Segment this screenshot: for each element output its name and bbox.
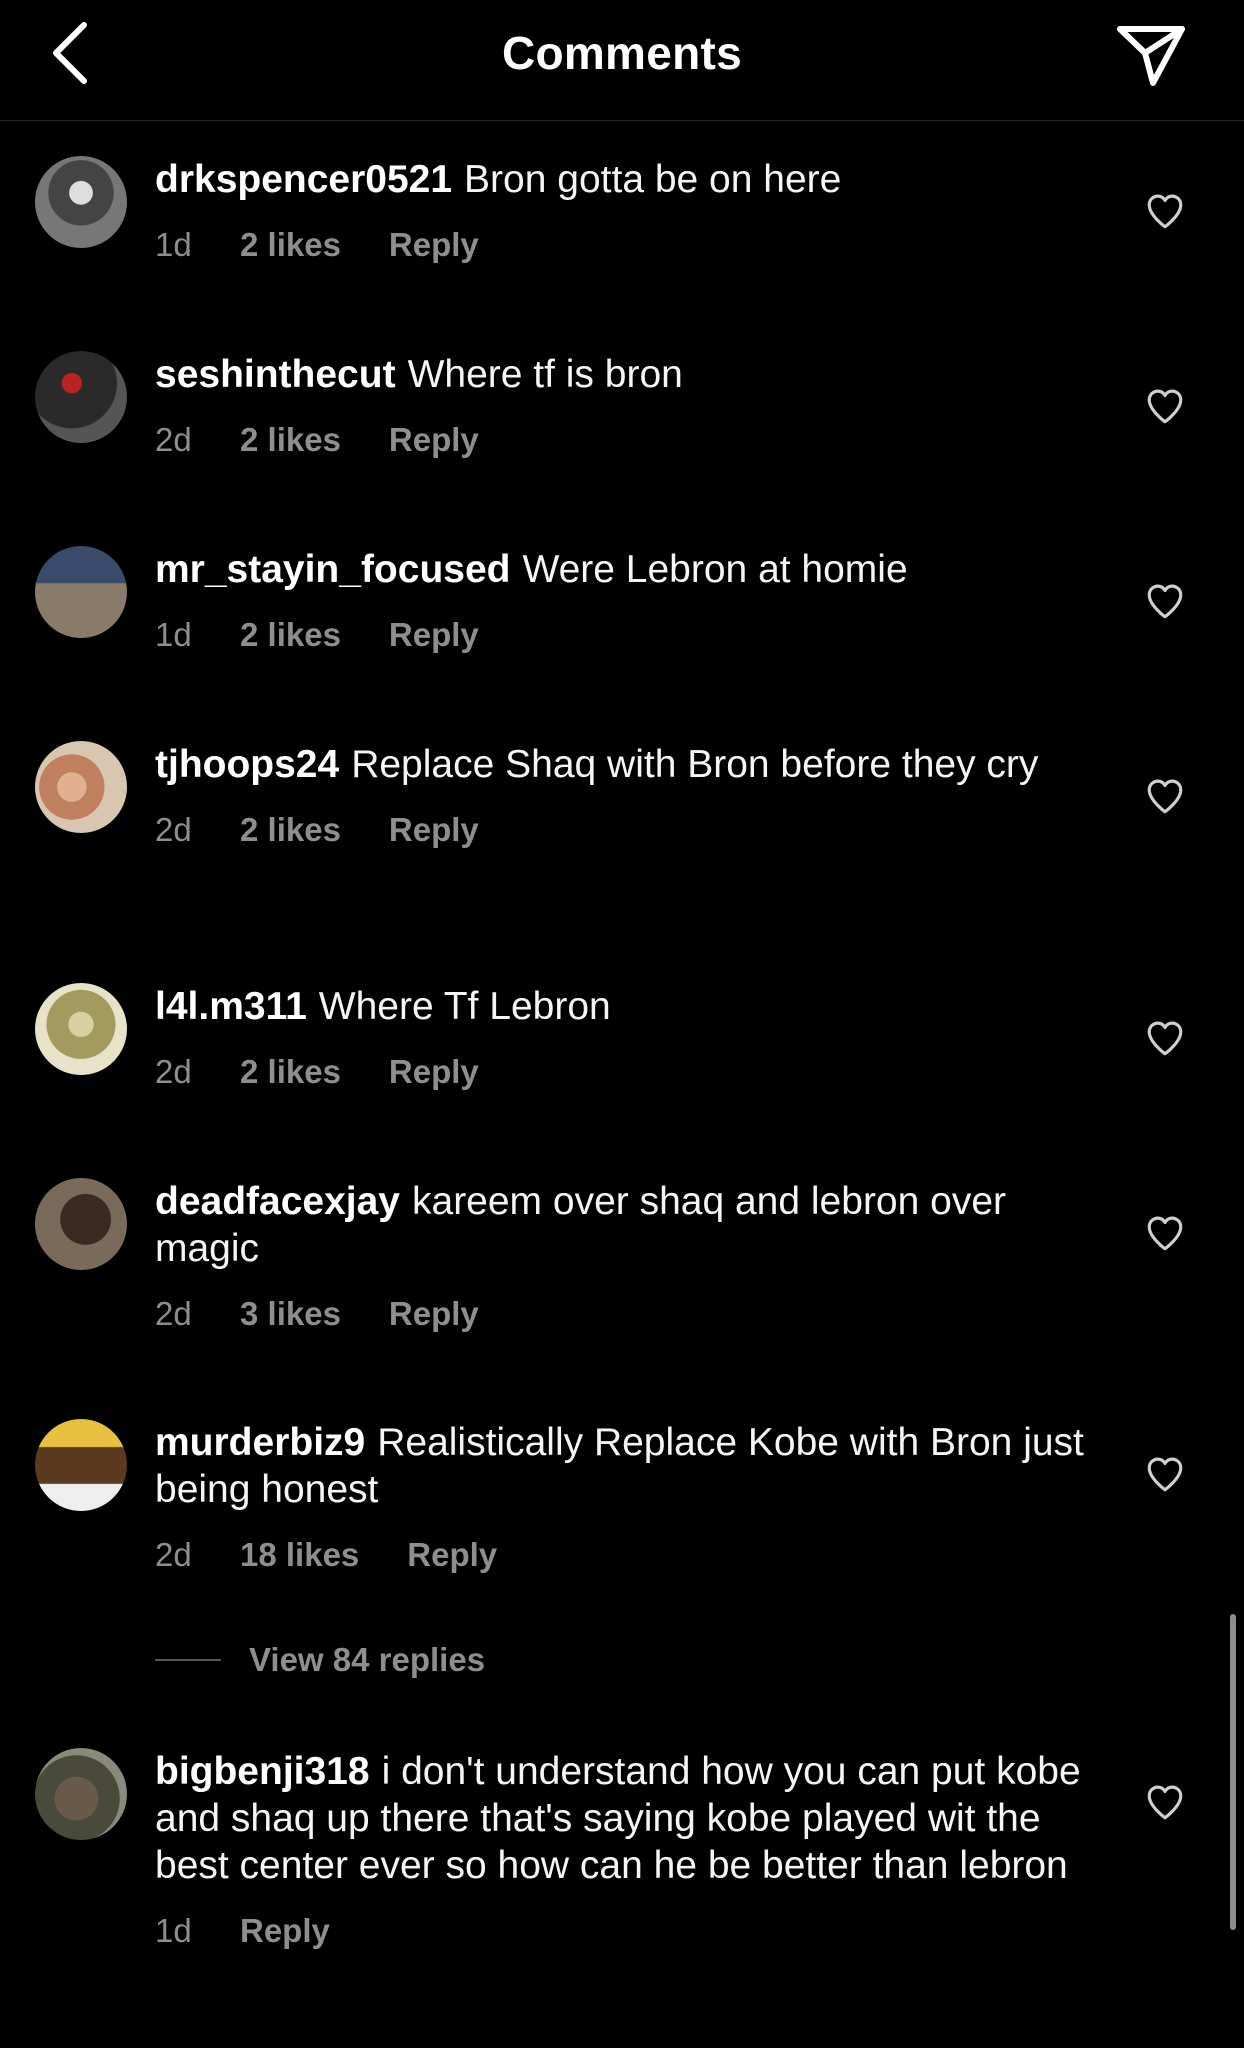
likes-count[interactable]: 3 likes xyxy=(240,1294,341,1334)
replies-divider xyxy=(155,1659,221,1661)
username[interactable]: l4l.m311 xyxy=(155,985,307,1028)
comment-text: Replace Shaq with Bron before they cry xyxy=(351,743,1039,786)
heart-icon[interactable] xyxy=(1144,1212,1186,1254)
avatar[interactable] xyxy=(35,546,127,638)
username[interactable]: mr_stayin_focused xyxy=(155,548,510,591)
scrollbar[interactable] xyxy=(1230,1614,1236,1930)
comment-time: 2d xyxy=(155,1053,192,1090)
likes-count[interactable]: 2 likes xyxy=(240,615,341,655)
comment-time: 2d xyxy=(155,1536,192,1573)
paper-plane-icon xyxy=(1117,26,1185,86)
likes-count[interactable]: 2 likes xyxy=(240,1052,341,1092)
reply-button[interactable]: Reply xyxy=(389,1294,479,1334)
heart-icon[interactable] xyxy=(1144,775,1186,817)
share-button[interactable] xyxy=(1113,22,1189,90)
username[interactable]: seshinthecut xyxy=(155,353,396,396)
comment-text: Where tf is bron xyxy=(407,353,683,396)
comment-text: Bron gotta be on here xyxy=(464,158,842,201)
comment-time: 2d xyxy=(155,421,192,458)
view-replies-button[interactable]: View 84 replies xyxy=(155,1641,485,1679)
page-title: Comments xyxy=(501,27,743,79)
username[interactable]: drkspencer0521 xyxy=(155,158,452,201)
username[interactable]: bigbenji318 xyxy=(155,1750,370,1793)
reply-button[interactable]: Reply xyxy=(389,1052,479,1092)
heart-icon[interactable] xyxy=(1144,190,1186,232)
likes-count[interactable]: 2 likes xyxy=(240,225,341,265)
view-replies-label: View 84 replies xyxy=(249,1641,486,1678)
comment-time: 1d xyxy=(155,616,192,653)
comment-time: 2d xyxy=(155,1295,192,1332)
heart-icon[interactable] xyxy=(1144,385,1186,427)
comments-screen: Comments drkspencer0521 Bron gotta be on … xyxy=(0,0,1244,2048)
reply-button[interactable]: Reply xyxy=(407,1535,497,1575)
likes-count[interactable]: 2 likes xyxy=(240,810,341,850)
reply-button[interactable]: Reply xyxy=(389,615,479,655)
header: Comments xyxy=(0,0,1244,121)
avatar[interactable] xyxy=(35,741,127,833)
likes-count[interactable]: 2 likes xyxy=(240,420,341,460)
username[interactable]: murderbiz9 xyxy=(155,1421,365,1464)
username[interactable]: deadfacexjay xyxy=(155,1180,400,1223)
avatar[interactable] xyxy=(35,1748,127,1840)
comment-time: 2d xyxy=(155,811,192,848)
avatar[interactable] xyxy=(35,983,127,1075)
comment-text: Where Tf Lebron xyxy=(318,985,611,1028)
likes-count[interactable]: 18 likes xyxy=(240,1535,359,1575)
comment-text: Were Lebron at homie xyxy=(522,548,908,591)
heart-icon[interactable] xyxy=(1144,1017,1186,1059)
avatar[interactable] xyxy=(35,1178,127,1270)
heart-icon[interactable] xyxy=(1144,580,1186,622)
comment-time: 1d xyxy=(155,1912,192,1949)
reply-button[interactable]: Reply xyxy=(389,810,479,850)
heart-icon[interactable] xyxy=(1144,1453,1186,1495)
avatar[interactable] xyxy=(35,156,127,248)
reply-button[interactable]: Reply xyxy=(389,225,479,265)
avatar[interactable] xyxy=(35,351,127,443)
heart-icon[interactable] xyxy=(1144,1781,1186,1823)
avatar[interactable] xyxy=(35,1419,127,1511)
reply-button[interactable]: Reply xyxy=(240,1911,330,1951)
reply-button[interactable]: Reply xyxy=(389,420,479,460)
comment-time: 1d xyxy=(155,226,192,263)
username[interactable]: tjhoops24 xyxy=(155,743,339,786)
